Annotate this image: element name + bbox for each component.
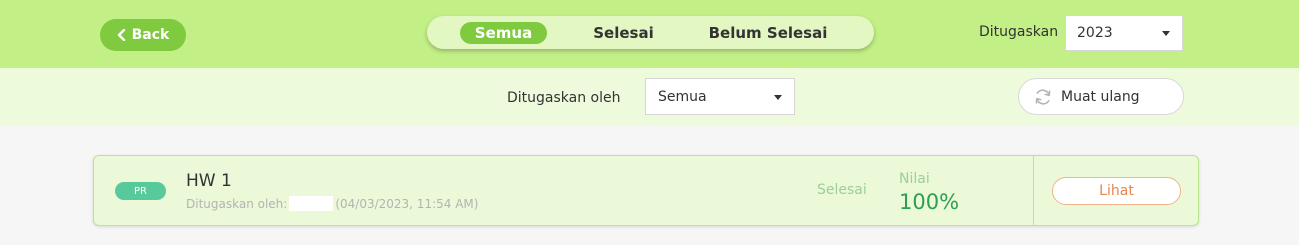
status-filter-tabs: Semua Selesai Belum Selesai — [427, 16, 874, 49]
reload-button-label: Muat ulang — [1061, 88, 1140, 105]
assigned-by-label: Ditugaskan oleh — [507, 90, 621, 106]
year-select-value: 2023 — [1077, 25, 1113, 41]
top-bar: Back Semua Selesai Belum Selesai Ditugas… — [0, 0, 1299, 68]
assignment-title: HW 1 — [186, 171, 232, 191]
grade-value: 100% — [899, 190, 960, 214]
caret-down-icon — [774, 94, 782, 100]
refresh-icon — [1035, 89, 1051, 104]
caret-down-icon — [1162, 31, 1170, 36]
back-button[interactable]: Back — [100, 19, 186, 51]
assigned-year-label: Ditugaskan — [979, 24, 1059, 40]
filter-bar: Ditugaskan oleh Semua Muat ulang — [0, 68, 1299, 126]
assignment-type-badge: PR — [115, 182, 166, 200]
tab-not-completed[interactable]: Belum Selesai — [703, 22, 833, 44]
assignment-meta: Ditugaskan oleh: (04/03/2023, 11:54 AM) — [186, 196, 478, 211]
chevron-left-icon — [117, 29, 125, 41]
assigned-by-select-value: Semua — [658, 88, 707, 105]
grade-label: Nilai — [899, 171, 930, 187]
card-divider — [1033, 156, 1034, 225]
back-button-label: Back — [131, 27, 170, 43]
assigned-by-select[interactable]: Semua — [645, 78, 795, 115]
assignment-status: Selesai — [817, 182, 867, 198]
year-select[interactable]: 2023 — [1065, 15, 1183, 51]
redacted-assigner-name — [289, 196, 334, 211]
assignment-card: PR HW 1 Ditugaskan oleh: (04/03/2023, 11… — [93, 155, 1199, 226]
tab-completed[interactable]: Selesai — [587, 22, 660, 44]
reload-button[interactable]: Muat ulang — [1018, 78, 1184, 115]
assigned-by-prefix: Ditugaskan oleh: — [186, 196, 288, 211]
tab-all[interactable]: Semua — [460, 22, 547, 44]
assigned-date: (04/03/2023, 11:54 AM) — [335, 196, 479, 211]
view-button[interactable]: Lihat — [1052, 177, 1181, 205]
